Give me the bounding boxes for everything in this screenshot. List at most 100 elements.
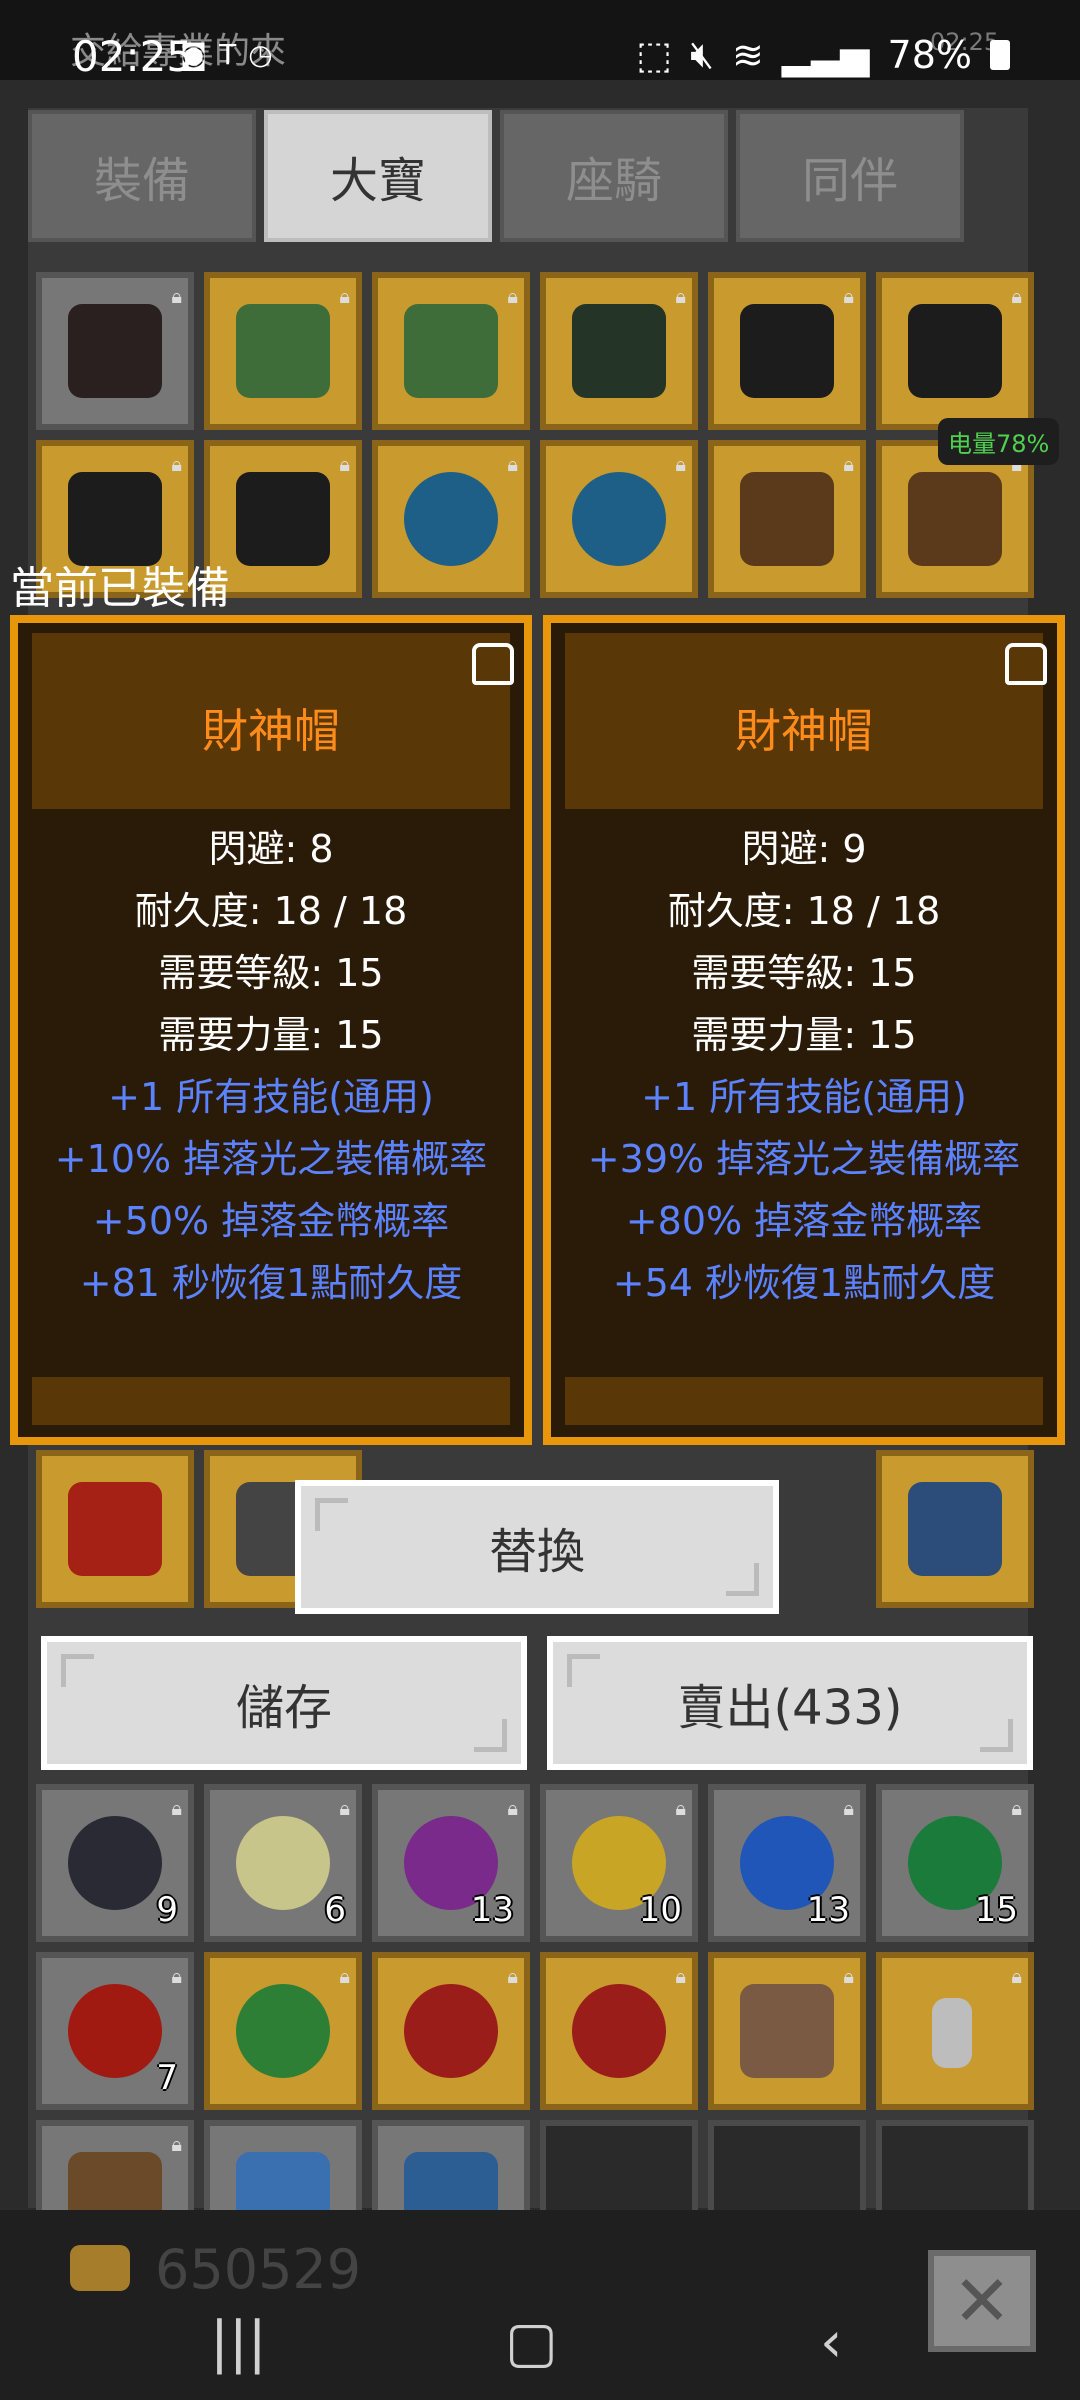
lock-icon: 🔒︎ [507, 452, 518, 476]
battery-percent: 78% [887, 32, 972, 77]
lock-icon: 🔒︎ [507, 1964, 518, 1988]
helmet-item-icon [740, 472, 834, 566]
tab-treasure[interactable]: 大寶 [264, 110, 492, 242]
amulet-item-icon [236, 1984, 330, 2078]
lock-icon: 🔒︎ [675, 1964, 686, 1988]
compare-item-card: 財神帽 閃避: 9 耐久度: 18 / 18 需要等級: 15 需要力量: 15… [543, 615, 1065, 1445]
inventory-slot[interactable]: 🔒︎ 7 [36, 1952, 194, 2110]
lock-icon: 🔒︎ [675, 284, 686, 308]
store-button[interactable]: 儲存 [41, 1636, 527, 1770]
stat-line: 需要等級: 15 [691, 951, 917, 995]
item-count: 7 [156, 2058, 178, 2098]
inventory-slot[interactable]: 🔒︎ 9 [36, 1784, 194, 1942]
armor-item-icon [404, 304, 498, 398]
inventory-slot[interactable]: 🔒︎ 13 [372, 1784, 530, 1942]
store-button-label: 儲存 [235, 1680, 332, 1736]
inventory-slot[interactable]: 🔒︎ [540, 272, 698, 430]
replace-button-label: 替換 [488, 1524, 585, 1580]
inventory-slot[interactable]: 🔒︎ [372, 272, 530, 430]
lock-icon[interactable] [472, 643, 514, 685]
wifi-icon: ≋ [732, 32, 764, 77]
lock-icon: 🔒︎ [843, 284, 854, 308]
inventory-slot[interactable]: 🔒︎ 10 [540, 1784, 698, 1942]
inventory-slot[interactable]: 🔒︎ [708, 272, 866, 430]
inventory-slot[interactable]: 🔒︎ [204, 272, 362, 430]
inventory-slot[interactable]: 🔒︎ [876, 272, 1034, 430]
battery-toast: 电量78% [938, 418, 1060, 465]
item-name: 財神帽 [735, 704, 873, 758]
back-icon[interactable]: ‹ [820, 2310, 842, 2375]
equipped-label: 當前已裝備 [10, 563, 230, 614]
stat-line: 需要等級: 15 [158, 951, 384, 995]
stat-line: 需要力量: 15 [691, 1013, 917, 1057]
gem-item-icon [236, 1816, 330, 1910]
button-corner [474, 1719, 507, 1752]
inventory-slot[interactable]: 🔒︎ [708, 440, 866, 598]
mute-icon: 🔇︎ [690, 32, 715, 76]
sell-button-label: 賣出(433) [677, 1680, 903, 1736]
lock-icon: 🔒︎ [1011, 1964, 1022, 1988]
inventory-slot[interactable]: 🔒︎ [540, 1952, 698, 2110]
status-left-icons: ◙ T ◷ [180, 38, 273, 71]
stat-line: 耐久度: 18 / 18 [667, 889, 941, 933]
lock-icon: 🔒︎ [171, 2132, 182, 2156]
helmet-item-icon [908, 472, 1002, 566]
armor-item-icon [572, 304, 666, 398]
lock-icon: 🔒︎ [843, 1796, 854, 1820]
lock-icon: 🔒︎ [675, 1796, 686, 1820]
stat-line: +10% 掉落光之裝備概率 [54, 1137, 488, 1181]
button-corner [980, 1719, 1013, 1752]
lock-icon: 🔒︎ [339, 452, 350, 476]
stat-line: +50% 掉落金幣概率 [92, 1199, 450, 1243]
close-icon: ✕ [952, 2260, 1012, 2342]
inventory-slot[interactable]: 🔒︎ 13 [708, 1784, 866, 1942]
inventory-slot[interactable]: 🔒︎ 15 [876, 1784, 1034, 1942]
lock-icon: 🔒︎ [339, 284, 350, 308]
stat-line: 需要力量: 15 [158, 1013, 384, 1057]
status-bar: 交給專業的來 02:25 02:25 ◙ T ◷ ⬚ 🔇︎ ≋ ▂▃▅ 78% [0, 0, 1080, 81]
battery-saver-icon: ⬚ [636, 32, 673, 77]
button-corner [567, 1654, 600, 1687]
signal-icon: ▂▃▅ [781, 32, 870, 77]
tab-companion[interactable]: 同伴 [736, 110, 964, 242]
sell-button[interactable]: 賣出(433) [547, 1636, 1033, 1770]
armor-item-icon [908, 304, 1002, 398]
home-icon[interactable]: ▢ [505, 2310, 558, 2375]
lock-icon: 🔒︎ [171, 1964, 182, 1988]
stat-line: +39% 掉落光之裝備概率 [587, 1137, 1021, 1181]
inventory-slot[interactable] [876, 1450, 1034, 1608]
inventory-slot[interactable]: 🔒︎ [372, 1952, 530, 2110]
inventory-slot[interactable]: 🔒︎ [372, 440, 530, 598]
inventory-slot[interactable]: 🔒︎ [36, 272, 194, 430]
armor-item-icon [236, 472, 330, 566]
lock-icon: 🔒︎ [171, 452, 182, 476]
dagger-item-icon [932, 1998, 972, 2068]
clock: 02:25 [72, 32, 194, 81]
inventory-slot[interactable]: 🔒︎ 6 [204, 1784, 362, 1942]
camera-icon: ◙ [180, 38, 208, 71]
close-button[interactable]: ✕ [928, 2250, 1036, 2352]
item-name: 財神帽 [202, 704, 340, 758]
lock-icon: 🔒︎ [339, 1796, 350, 1820]
inventory-slot[interactable]: 🔒︎ [540, 440, 698, 598]
recent-apps-icon[interactable]: ||| [210, 2310, 267, 2375]
gold-amount: 650529 [155, 2238, 362, 2301]
gold-icon [70, 2245, 130, 2291]
inventory-slot[interactable]: 🔒︎ [876, 1952, 1034, 2110]
replace-button[interactable]: 替換 [295, 1480, 779, 1614]
inventory-slot[interactable]: 🔒︎ [204, 1952, 362, 2110]
tab-mount[interactable]: 座騎 [500, 110, 728, 242]
item-count: 13 [470, 1890, 514, 1930]
button-corner [315, 1498, 348, 1531]
inventory-slot[interactable]: 🔒︎ [708, 1952, 866, 2110]
cart-item-icon [68, 304, 162, 398]
stat-line: +1 所有技能(通用) [108, 1075, 434, 1119]
stat-line: +1 所有技能(通用) [641, 1075, 967, 1119]
tap-icon: T [219, 38, 237, 71]
gem-item-icon [68, 1816, 162, 1910]
stat-line: +54 秒恢復1點耐久度 [612, 1261, 996, 1305]
inventory-slot[interactable] [36, 1450, 194, 1608]
lock-icon[interactable] [1005, 643, 1047, 685]
armor-item-icon [236, 304, 330, 398]
tab-equipment[interactable]: 裝備 [28, 110, 256, 242]
